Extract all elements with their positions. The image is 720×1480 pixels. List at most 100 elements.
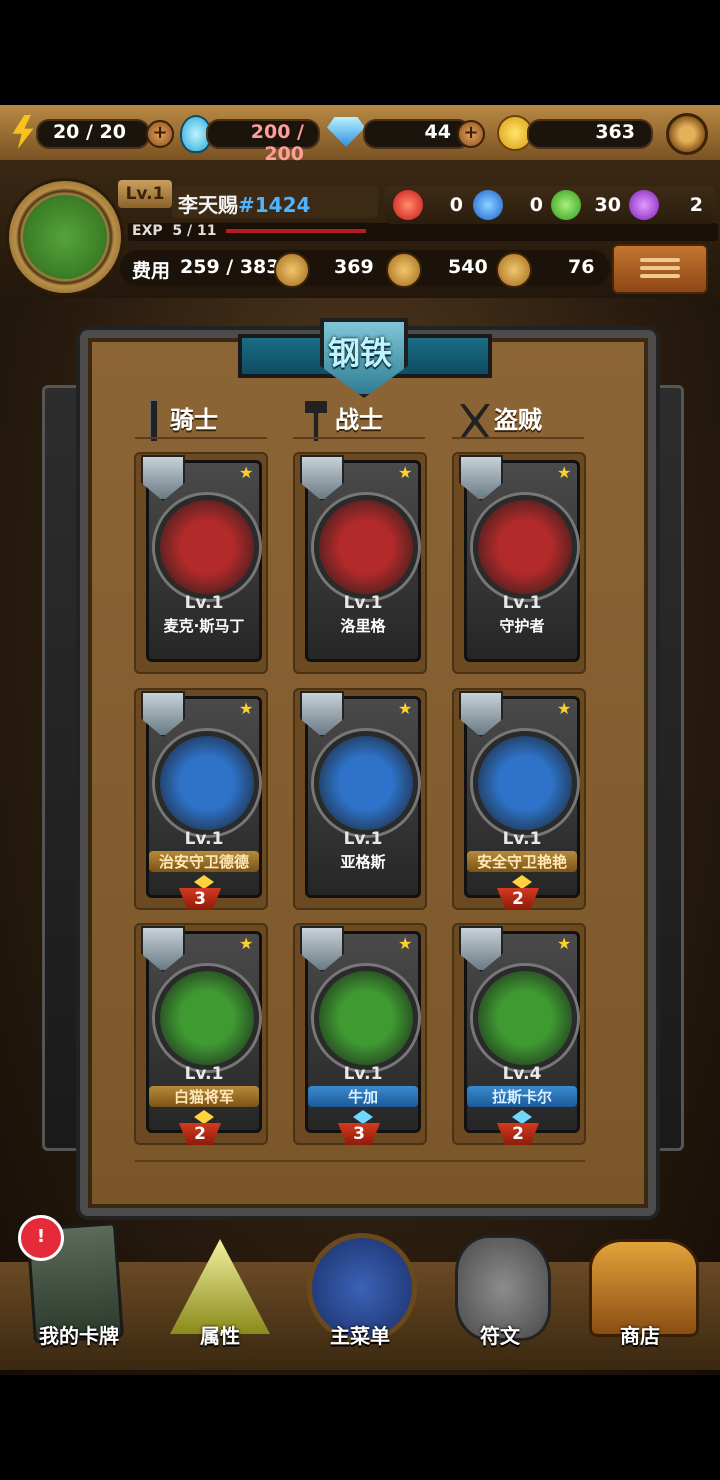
card-slot[interactable]: ★ Lv.4 拉斯卡尔 2 (452, 923, 586, 1145)
heart-icon (386, 252, 422, 288)
crossed-daggers-icon (460, 404, 490, 438)
hero-level: Lv.1 (502, 829, 542, 849)
nav-runes[interactable]: 符文 (435, 1225, 565, 1365)
exp-bar: EXP 5 / 11 (128, 223, 718, 241)
hero-portrait (473, 731, 577, 835)
green-orb-value: 30 (594, 194, 621, 216)
heal-cross-icon (496, 252, 532, 288)
attack-swords-icon (274, 252, 310, 288)
star-icon: ★ (398, 463, 413, 482)
cost-value: 259 / 383 (180, 256, 280, 278)
energy-add-button[interactable]: + (146, 120, 174, 148)
player-id: #1424 (238, 193, 311, 217)
weapon-class-icon (459, 455, 503, 501)
star-icon: ★ (239, 463, 254, 482)
hero-name: 亚格斯 (340, 853, 386, 871)
hero-name: 安全守卫艳艳 (467, 851, 577, 872)
notification-badge: ! (18, 1215, 64, 1261)
element-orbs: 0 0 30 2 (385, 186, 715, 224)
player-level: Lv.1 (118, 180, 172, 208)
hero-portrait (473, 495, 577, 599)
star-icon: ★ (239, 699, 254, 718)
hero-level: Lv.4 (502, 1064, 542, 1084)
hero-level: Lv.1 (343, 829, 383, 849)
weapon-class-icon (300, 455, 344, 501)
nav-attributes[interactable]: 属性 (155, 1225, 285, 1365)
hero-card[interactable]: ★ Lv.1 守护者 (459, 455, 580, 662)
card-slot[interactable]: ★ Lv.1 亚格斯 (293, 688, 427, 910)
weapon-class-icon (459, 926, 503, 972)
cost-label: 费用 (132, 260, 171, 282)
hero-level: Lv.1 (184, 1064, 224, 1084)
star-icon: ★ (557, 699, 572, 718)
weapon-class-icon (141, 926, 185, 972)
card-slot[interactable]: ★ Lv.1 治安守卫德德 3 (134, 688, 268, 910)
gold-gem-icon (194, 1110, 214, 1124)
card-count-badge: 2 (179, 1123, 221, 1145)
player-name-box: 李天赐#1424 (172, 186, 378, 218)
board-title: 钢铁 (327, 334, 392, 372)
hero-card[interactable]: ★ Lv.1 安全守卫艳艳 (459, 691, 580, 898)
star-icon: ★ (557, 463, 572, 482)
energy-value: 20 / 20 (52, 121, 126, 143)
hero-level: Lv.1 (343, 593, 383, 613)
hero-portrait (155, 731, 259, 835)
hero-card[interactable]: ★ Lv.1 洛里格 (300, 455, 421, 662)
hero-card[interactable]: ★ Lv.4 拉斯卡尔 (459, 926, 580, 1133)
hero-name: 拉斯卡尔 (467, 1086, 577, 1107)
hero-card[interactable]: ★ Lv.1 白猫将军 (141, 926, 262, 1133)
card-slot[interactable]: ★ Lv.1 麦克·斯马丁 (134, 452, 268, 674)
card-count-badge: 2 (497, 1123, 539, 1145)
hp-value: 540 (448, 256, 488, 278)
hero-level: Lv.1 (184, 593, 224, 613)
hero-portrait (155, 495, 259, 599)
player-avatar[interactable] (6, 178, 124, 296)
card-slot[interactable]: ★ Lv.1 安全守卫艳艳 2 (452, 688, 586, 910)
card-slot[interactable]: ★ Lv.1 守护者 (452, 452, 586, 674)
hero-level: Lv.1 (343, 1064, 383, 1084)
card-slot[interactable]: ★ Lv.1 白猫将军 2 (134, 923, 268, 1145)
diamond-add-button[interactable]: + (457, 120, 485, 148)
hero-name: 治安守卫德德 (149, 851, 259, 872)
sword-icon (150, 400, 158, 442)
weapon-class-icon (141, 691, 185, 737)
nav-shop[interactable]: 商店 (575, 1225, 705, 1365)
purple-orb-icon (629, 190, 659, 220)
card-slot[interactable]: ★ Lv.1 牛加 3 (293, 923, 427, 1145)
hero-portrait (314, 495, 418, 599)
avatar-portrait (23, 195, 107, 279)
gold-gem-icon (194, 875, 214, 889)
star-icon: ★ (398, 934, 413, 953)
settings-gear-icon[interactable] (666, 113, 708, 155)
card-slot[interactable]: ★ Lv.1 洛里格 (293, 452, 427, 674)
exp-value: 5 / 11 (172, 223, 217, 239)
star-icon: ★ (557, 934, 572, 953)
hamburger-menu-button[interactable] (612, 244, 708, 294)
hero-portrait (314, 731, 418, 835)
attack-value: 369 (334, 256, 374, 278)
hero-card[interactable]: ★ Lv.1 麦克·斯马丁 (141, 455, 262, 662)
hero-card[interactable]: ★ Lv.1 治安守卫德德 (141, 691, 262, 898)
nav-main-menu[interactable]: 主菜单 (295, 1225, 425, 1365)
lightning-icon (12, 115, 34, 149)
heal-value: 76 (568, 256, 595, 278)
exp-progress-bar (226, 229, 366, 233)
blue-gem-icon (353, 1110, 373, 1124)
class-header-knight: 骑士 (150, 400, 218, 442)
player-name: 李天赐 (178, 193, 238, 217)
class-header-thief: 盗贼 (460, 400, 542, 438)
class-header-warrior: 战士 (305, 400, 383, 441)
star-icon: ★ (239, 934, 254, 953)
blue-orb-value: 0 (529, 194, 543, 216)
red-orb-icon (393, 190, 423, 220)
hero-card[interactable]: ★ Lv.1 牛加 (300, 926, 421, 1133)
star-icon: ★ (398, 699, 413, 718)
hero-card[interactable]: ★ Lv.1 亚格斯 (300, 691, 421, 898)
green-orb-icon (551, 190, 581, 220)
hero-name: 白猫将军 (149, 1086, 259, 1107)
card-count-badge: 2 (497, 888, 539, 910)
weapon-class-icon (141, 455, 185, 501)
hero-name: 麦克·斯马丁 (163, 617, 245, 635)
hero-name: 洛里格 (340, 617, 386, 635)
card-count-badge: 3 (338, 1123, 380, 1145)
